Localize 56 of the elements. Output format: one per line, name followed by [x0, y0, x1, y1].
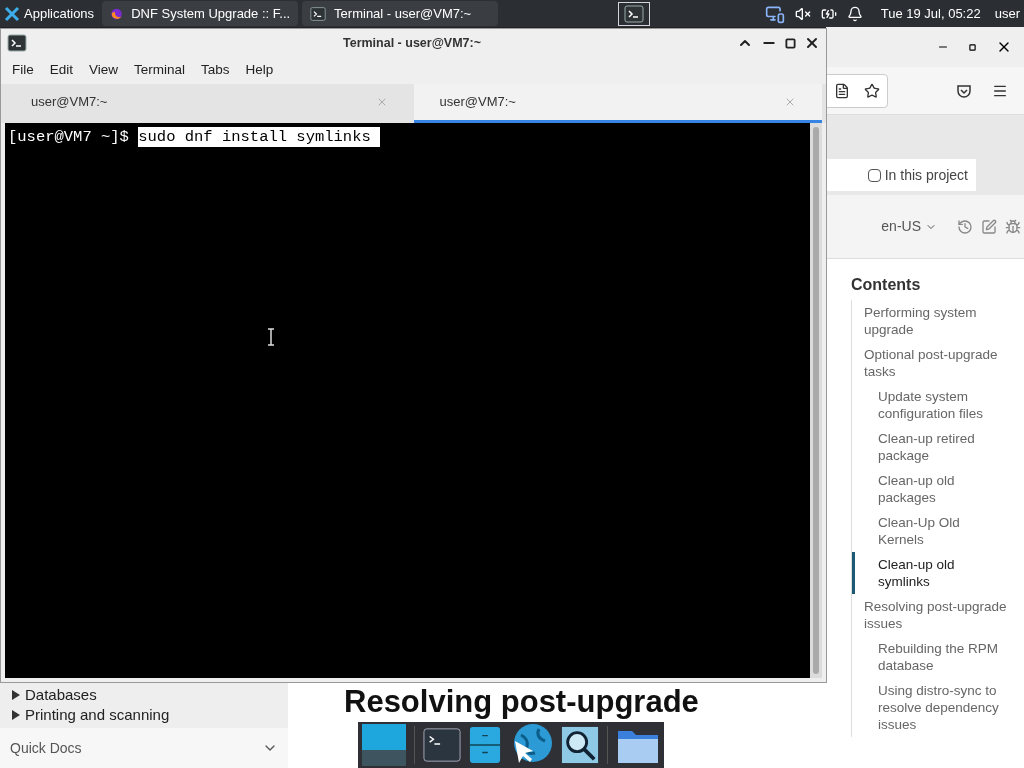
menu-item[interactable]: File: [5, 60, 41, 81]
terminal-icon: [310, 5, 327, 22]
toc-link[interactable]: Clean-up retired package: [852, 426, 1024, 468]
quick-docs-bar[interactable]: Quick Docs: [0, 728, 288, 768]
text-cursor-icon: [267, 328, 275, 346]
clock[interactable]: Tue 19 Jul, 05:22: [880, 3, 981, 24]
toc-link[interactable]: Rebuilding the RPM database: [852, 636, 1024, 678]
prompt: [user@VM7 ~]$: [8, 127, 130, 147]
taskbar-item[interactable]: Terminal - user@VM7:~: [302, 1, 499, 26]
sidebar-item[interactable]: Databases: [12, 685, 288, 705]
command-text: sudo dnf install symlinks: [138, 127, 381, 147]
scrollbar[interactable]: [810, 123, 822, 678]
close-icon[interactable]: [804, 35, 820, 51]
taskbar-item[interactable]: DNF System Upgrade :: F...: [102, 1, 299, 26]
toc-link[interactable]: Clean-up old symlinks: [852, 552, 1024, 594]
checkbox[interactable]: [867, 168, 881, 182]
page-heading: Resolving post-upgrade: [344, 686, 699, 718]
terminal-tab[interactable]: user@VM7:~: [413, 84, 822, 123]
history-icon[interactable]: [957, 218, 973, 235]
language-select[interactable]: en-US: [881, 216, 937, 237]
user-name[interactable]: user: [994, 3, 1020, 24]
menu-item[interactable]: Help: [238, 60, 281, 81]
toc-link[interactable]: Using distro-sync to resolve dependency issues: [852, 678, 1024, 737]
toc-link[interactable]: Performing system upgrade: [852, 300, 1024, 342]
notification-icon[interactable]: [846, 5, 863, 22]
maximize-icon[interactable]: [785, 37, 796, 49]
toc-link[interactable]: Clean-Up Old Kernels: [852, 510, 1024, 552]
url-bar[interactable]: [826, 73, 888, 108]
file-cabinet-icon[interactable]: [469, 726, 501, 764]
toc-link[interactable]: Clean-up old packages: [852, 468, 1024, 510]
toc-title: Contents: [851, 275, 922, 295]
menu-item[interactable]: Edit: [42, 60, 81, 81]
workspace-switcher[interactable]: [618, 1, 651, 26]
pocket-icon[interactable]: [956, 82, 972, 99]
reader-icon[interactable]: [834, 82, 850, 99]
search-icon[interactable]: [561, 726, 599, 764]
terminal-icon: [7, 33, 27, 53]
window-title: Terminal - user@VM7:~: [341, 34, 482, 52]
search-field[interactable]: In this project: [826, 159, 976, 191]
sidebar-item[interactable]: Printing and scanning: [12, 705, 288, 725]
mute-icon[interactable]: [794, 5, 811, 22]
menu-item[interactable]: Tabs: [194, 60, 237, 81]
bookmark-star-icon[interactable]: [864, 82, 880, 99]
toc-link[interactable]: Resolving post-upgrade issues: [852, 594, 1024, 636]
terminal-app-icon[interactable]: [423, 726, 461, 764]
menu-item[interactable]: View: [82, 60, 126, 81]
desktop-icon[interactable]: [362, 724, 406, 766]
bug-icon[interactable]: [1005, 218, 1021, 235]
menu-item[interactable]: Terminal: [127, 60, 193, 81]
logo-icon: [4, 5, 20, 22]
applications-menu[interactable]: Applications: [0, 0, 99, 27]
toc-link[interactable]: Optional post-upgrade tasks: [852, 342, 1024, 384]
terminal-icon: [624, 3, 645, 24]
edit-icon[interactable]: [981, 218, 997, 235]
maximize-icon[interactable]: [969, 43, 976, 51]
toc-link[interactable]: Update system configuration files: [852, 384, 1024, 426]
